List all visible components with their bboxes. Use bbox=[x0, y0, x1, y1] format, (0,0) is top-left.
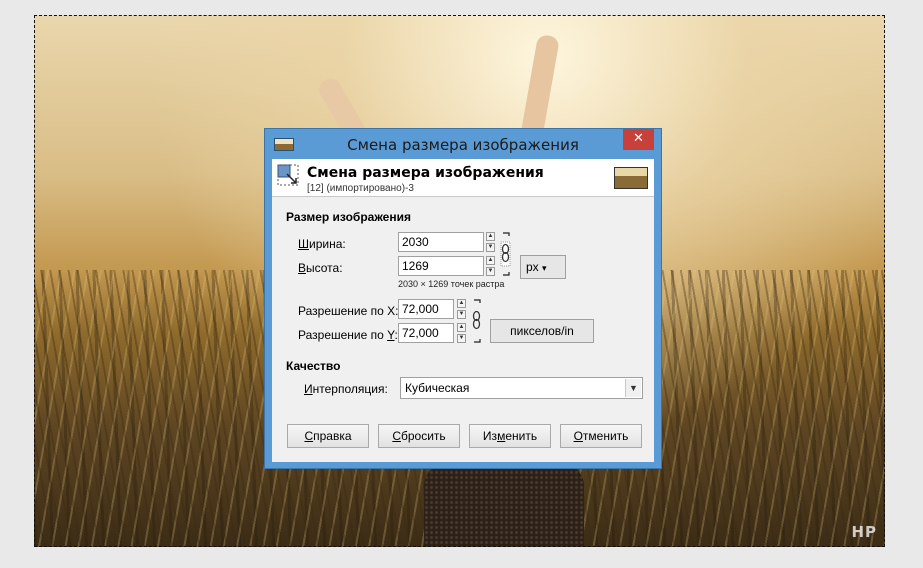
title-bar[interactable]: Смена размера изображения ✕ bbox=[265, 129, 661, 159]
spin-up-icon[interactable]: ▲ bbox=[457, 323, 466, 332]
res-y-label: Разрешение по Y: bbox=[298, 328, 398, 342]
height-input[interactable]: 1269 bbox=[398, 256, 484, 276]
image-thumbnail bbox=[614, 167, 648, 189]
dialog-body: Смена размера изображения [12] (импортир… bbox=[272, 159, 654, 462]
chevron-down-icon: ▾ bbox=[542, 263, 547, 273]
resolution-unit-combo[interactable]: пикселов/in bbox=[490, 319, 594, 343]
res-x-label: Разрешение по X: bbox=[298, 304, 399, 318]
spin-down-icon[interactable]: ▼ bbox=[486, 267, 495, 276]
spin-up-icon[interactable]: ▲ bbox=[486, 232, 495, 241]
spin-down-icon[interactable]: ▼ bbox=[457, 310, 466, 319]
unit-combo[interactable]: px ▾ bbox=[520, 255, 566, 279]
width-input[interactable]: 2030 bbox=[398, 232, 484, 252]
height-spinner[interactable]: ▲ ▼ bbox=[486, 256, 495, 276]
dialog-header: Смена размера изображения [12] (импортир… bbox=[272, 159, 654, 197]
header-subtitle: [12] (импортировано)-3 bbox=[307, 183, 414, 194]
pixel-size-hint: 2030 × 1269 точек растра bbox=[398, 279, 505, 289]
section-quality: Качество bbox=[286, 359, 341, 373]
interpolation-label: Интерполяция: bbox=[304, 382, 388, 396]
width-label: Ширина: bbox=[298, 237, 346, 251]
chain-link-icon[interactable] bbox=[499, 232, 513, 276]
height-label: Высота: bbox=[298, 261, 343, 275]
cancel-button[interactable]: Отменить bbox=[560, 424, 642, 448]
spin-down-icon[interactable]: ▼ bbox=[457, 334, 466, 343]
section-image-size: Размер изображения bbox=[286, 210, 411, 224]
spin-up-icon[interactable]: ▲ bbox=[457, 299, 466, 308]
res-x-spinner[interactable]: ▲ ▼ bbox=[457, 299, 466, 319]
window-title: Смена размера изображения bbox=[347, 136, 579, 154]
photo-figure bbox=[424, 465, 584, 547]
chevron-down-icon[interactable]: ▼ bbox=[625, 379, 641, 397]
header-title: Смена размера изображения bbox=[307, 165, 544, 181]
resize-dialog: Смена размера изображения ✕ Смена размер… bbox=[264, 128, 662, 469]
reset-button[interactable]: Сбросить bbox=[378, 424, 460, 448]
close-button[interactable]: ✕ bbox=[623, 129, 654, 150]
chain-link-icon[interactable] bbox=[470, 299, 484, 343]
width-spinner[interactable]: ▲ ▼ bbox=[486, 232, 495, 252]
watermark-logo: HP bbox=[851, 523, 877, 541]
photo-arm-right bbox=[520, 33, 560, 142]
unit-value: px bbox=[526, 260, 539, 274]
res-y-spinner[interactable]: ▲ ▼ bbox=[457, 323, 466, 343]
spin-up-icon[interactable]: ▲ bbox=[486, 256, 495, 265]
resize-button[interactable]: Изменить bbox=[469, 424, 551, 448]
res-y-input[interactable]: 72,000 bbox=[398, 323, 454, 343]
interpolation-value: Кубическая bbox=[405, 381, 470, 395]
help-button[interactable]: Справка bbox=[287, 424, 369, 448]
scale-image-icon bbox=[277, 164, 299, 186]
interpolation-select[interactable]: Кубическая ▼ bbox=[400, 377, 643, 399]
spin-down-icon[interactable]: ▼ bbox=[486, 243, 495, 252]
res-x-input[interactable]: 72,000 bbox=[398, 299, 454, 319]
